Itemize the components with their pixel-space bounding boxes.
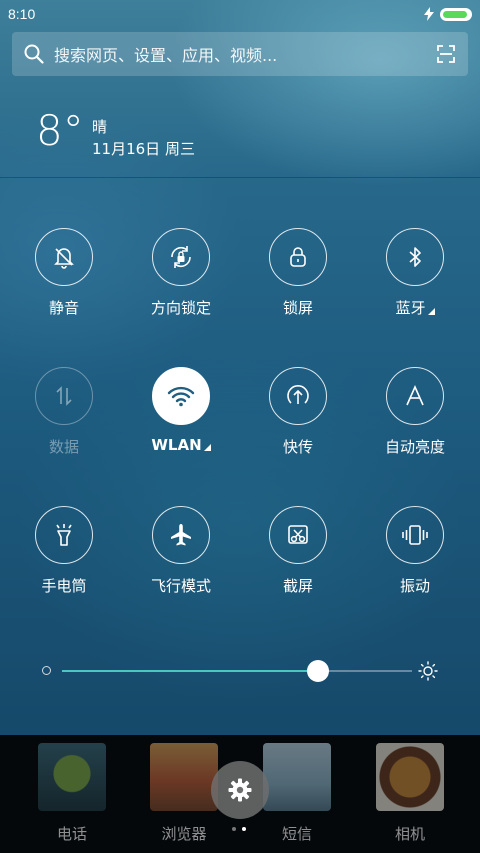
- toggle-label: 振动: [399, 577, 430, 595]
- toggle-label: 飞行模式: [150, 577, 211, 595]
- gear-icon: [228, 778, 252, 802]
- airplane-toggle-button[interactable]: [152, 506, 210, 564]
- dock-app-label: 短信: [281, 825, 312, 843]
- toggle-vibrate[interactable]: 振动: [360, 506, 470, 596]
- toggle-label: 锁屏: [282, 299, 313, 317]
- toggle-airplane[interactable]: 飞行模式: [126, 506, 236, 596]
- toggle-label: 数据: [48, 438, 79, 456]
- brightness-slider[interactable]: [40, 656, 440, 686]
- page-dot-active: [242, 827, 246, 831]
- silent-toggle-button[interactable]: [35, 228, 93, 286]
- toggle-lock-screen[interactable]: 锁屏: [243, 228, 353, 318]
- quick-transfer-toggle-button[interactable]: [269, 367, 327, 425]
- dock-app-label: 电话: [56, 825, 87, 843]
- brightness-low-icon: [42, 666, 51, 675]
- mobile-data-icon: [56, 386, 72, 406]
- weather-condition: 晴: [92, 118, 108, 136]
- toggle-flashlight[interactable]: 手电筒: [9, 506, 119, 596]
- vibrate-toggle-button[interactable]: [386, 506, 444, 564]
- dock-app-camera[interactable]: 相机: [365, 743, 455, 844]
- charging-icon: [424, 7, 434, 21]
- scan-icon[interactable]: [436, 44, 456, 64]
- toggle-wlan[interactable]: WLAN: [126, 367, 236, 454]
- toggle-label: 蓝牙: [395, 297, 435, 318]
- battery-level: [443, 10, 467, 18]
- status-time: 8:10: [8, 6, 36, 22]
- auto-brightness-toggle-button[interactable]: [386, 367, 444, 425]
- toggle-label: 快传: [282, 438, 313, 456]
- search-input[interactable]: 搜索网页、设置、应用、视频...: [54, 42, 436, 66]
- couple-wallpaper-thumbnail: [263, 743, 331, 811]
- rotation-lock-icon: [171, 246, 191, 268]
- battery-icon: [440, 7, 472, 21]
- lock-icon: [290, 247, 306, 267]
- weather-date: 11月16日 周三: [92, 140, 195, 158]
- auto-brightness-icon: [406, 385, 424, 406]
- flashlight-icon: [56, 524, 72, 546]
- toggle-silent[interactable]: 静音: [9, 228, 119, 318]
- toggle-auto-brightness[interactable]: 自动亮度: [360, 367, 470, 457]
- airplane-icon: [171, 524, 191, 546]
- wlan-toggle-button[interactable]: [152, 367, 210, 425]
- lock-screen-toggle-button[interactable]: [269, 228, 327, 286]
- search-bar[interactable]: 搜索网页、设置、应用、视频...: [12, 32, 468, 76]
- rotation-lock-toggle-button[interactable]: [152, 228, 210, 286]
- search-icon: [24, 44, 44, 64]
- ship-wallpaper-thumbnail: [150, 743, 218, 811]
- toggle-screenshot[interactable]: 截屏: [243, 506, 353, 596]
- dock-app-label: 浏览器: [161, 825, 207, 843]
- status-icons: [424, 7, 472, 21]
- toggle-label: 自动亮度: [384, 438, 445, 456]
- flashlight-toggle-button[interactable]: [35, 506, 93, 564]
- screenshot-toggle-button[interactable]: [269, 506, 327, 564]
- toggle-quick-transfer[interactable]: 快传: [243, 367, 353, 457]
- plant-wallpaper-thumbnail: [38, 743, 106, 811]
- toggle-label: 手电筒: [41, 577, 87, 595]
- brightness-fill: [62, 670, 318, 672]
- toggle-label: WLAN: [151, 436, 211, 454]
- toggle-label: 静音: [48, 299, 79, 317]
- screenshot-icon: [288, 525, 308, 544]
- toggle-label: 截屏: [282, 577, 313, 595]
- page-indicator: [232, 827, 246, 831]
- mobile-data-toggle-button[interactable]: [35, 367, 93, 425]
- plate-wallpaper-thumbnail: [376, 743, 444, 811]
- status-bar: 8:10: [0, 0, 480, 28]
- toggle-label-text: WLAN: [151, 436, 202, 454]
- settings-button[interactable]: [211, 761, 269, 819]
- bluetooth-toggle-button[interactable]: [386, 228, 444, 286]
- quick-transfer-icon: [287, 385, 309, 404]
- submenu-triangle-icon: [427, 308, 435, 315]
- brightness-thumb[interactable]: [306, 660, 329, 682]
- submenu-triangle-icon: [203, 444, 211, 451]
- page-dot: [232, 827, 236, 831]
- toggle-mobile-data[interactable]: 数据: [9, 367, 119, 457]
- toggle-rotation-lock[interactable]: 方向锁定: [126, 228, 236, 318]
- silent-bell-icon: [54, 248, 74, 269]
- vibrate-icon: [402, 525, 428, 545]
- toggle-label-text: 蓝牙: [395, 299, 426, 317]
- dock-app-phone[interactable]: 电话: [27, 743, 117, 844]
- toggle-label: 方向锁定: [150, 299, 211, 317]
- bluetooth-icon: [409, 247, 421, 267]
- weather-widget[interactable]: 8° 晴 11月16日 周三: [0, 96, 480, 178]
- toggle-bluetooth[interactable]: 蓝牙: [360, 228, 470, 318]
- wifi-icon: [167, 386, 195, 407]
- dock-app-label: 相机: [394, 825, 425, 843]
- weather-temperature: 8°: [36, 106, 84, 155]
- brightness-high-icon: [418, 661, 438, 681]
- brightness-track[interactable]: [62, 660, 412, 682]
